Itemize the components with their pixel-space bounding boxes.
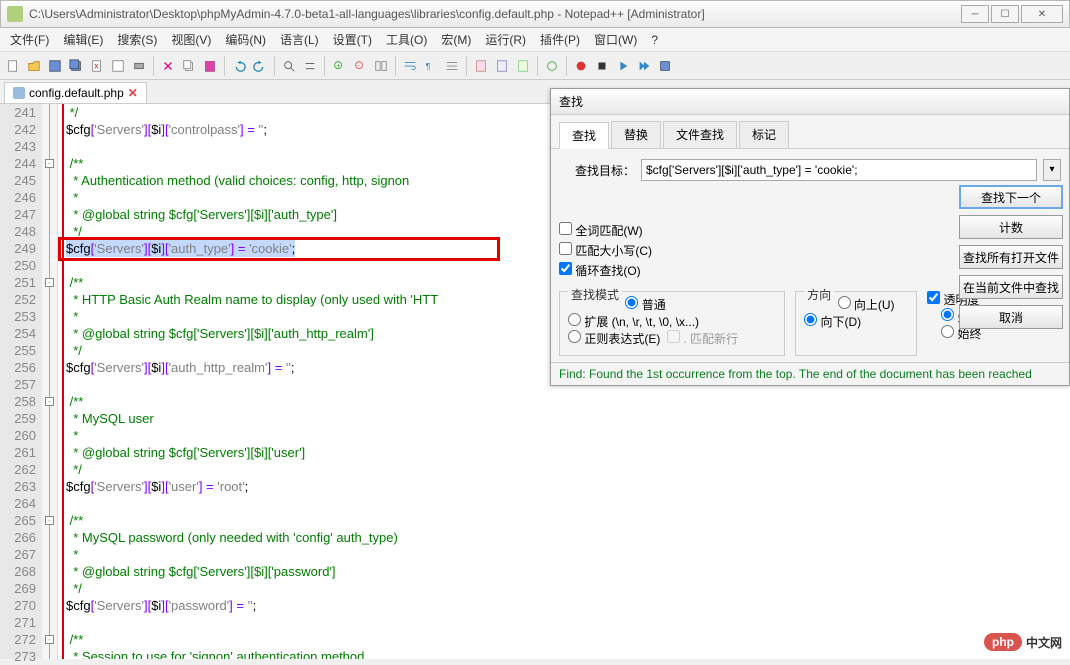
find-dialog-tabs: 查找 替换 文件查找 标记	[551, 115, 1069, 149]
count-button[interactable]: 计数	[959, 215, 1063, 239]
search-mode-legend: 查找模式	[568, 286, 622, 303]
save-all-icon[interactable]	[67, 57, 85, 75]
file-icon	[13, 87, 25, 99]
minimize-button[interactable]: ─	[961, 5, 989, 23]
doc-map-icon[interactable]	[472, 57, 490, 75]
close-file-icon[interactable]: x	[88, 57, 106, 75]
find-target-label: 查找目标：	[559, 162, 635, 179]
app-icon	[7, 6, 23, 22]
menu-help[interactable]: ?	[645, 31, 664, 49]
find-icon[interactable]	[280, 57, 298, 75]
find-status-bar: Find: Found the 1st occurrence from the …	[551, 362, 1069, 385]
cut-icon[interactable]	[159, 57, 177, 75]
func-list-icon[interactable]	[493, 57, 511, 75]
fold-toggle[interactable]: -	[45, 397, 54, 406]
cancel-button[interactable]: 取消	[959, 305, 1063, 329]
mode-extended-radio[interactable]: 扩展 (\n, \r, \t, \0, \x...)	[568, 315, 699, 329]
find-next-button[interactable]: 查找下一个	[959, 185, 1063, 209]
toolbar: x + - ¶	[0, 52, 1070, 80]
menu-encoding[interactable]: 编码(N)	[219, 29, 272, 50]
paste-icon[interactable]	[201, 57, 219, 75]
find-history-dropdown[interactable]: ▾	[1043, 159, 1061, 181]
replace-icon[interactable]	[301, 57, 319, 75]
svg-text:x: x	[94, 61, 98, 70]
menu-plugins[interactable]: 插件(P)	[534, 29, 586, 50]
open-file-icon[interactable]	[25, 57, 43, 75]
print-icon[interactable]	[130, 57, 148, 75]
file-tab[interactable]: config.default.php ✕	[4, 82, 147, 103]
menu-tools[interactable]: 工具(O)	[380, 29, 433, 50]
menu-language[interactable]: 语言(L)	[274, 29, 325, 50]
svg-text:¶: ¶	[426, 61, 431, 71]
svg-text:+: +	[336, 62, 340, 69]
file-tab-name: config.default.php	[29, 86, 124, 100]
fold-column[interactable]: - - - - -	[42, 104, 58, 659]
maximize-button[interactable]: ☐	[991, 5, 1019, 23]
find-target-input[interactable]	[641, 159, 1037, 181]
find-all-open-button[interactable]: 查找所有打开文件	[959, 245, 1063, 269]
tab-find-in-files[interactable]: 文件查找	[663, 121, 737, 148]
stop-macro-icon[interactable]	[593, 57, 611, 75]
save-macro-icon[interactable]	[656, 57, 674, 75]
play-macro-icon[interactable]	[614, 57, 632, 75]
menu-edit[interactable]: 编辑(E)	[57, 29, 109, 50]
menu-bar: 文件(F) 编辑(E) 搜索(S) 视图(V) 编码(N) 语言(L) 设置(T…	[0, 28, 1070, 52]
menu-file[interactable]: 文件(F)	[4, 29, 55, 50]
dir-down-radio[interactable]: 向下(D)	[804, 315, 861, 329]
mode-regex-radio[interactable]: 正则表达式(E)	[568, 332, 660, 346]
line-number-gutter: 2412422432442452462472482492502512522532…	[0, 104, 42, 659]
record-macro-icon[interactable]	[572, 57, 590, 75]
undo-icon[interactable]	[230, 57, 248, 75]
tab-replace[interactable]: 替换	[611, 121, 661, 148]
save-icon[interactable]	[46, 57, 64, 75]
copy-icon[interactable]	[180, 57, 198, 75]
regex-newline-checkbox[interactable]: . 匹配新行	[667, 332, 738, 346]
redo-icon[interactable]	[251, 57, 269, 75]
watermark-badge: php	[984, 633, 1022, 651]
menu-macro[interactable]: 宏(M)	[435, 29, 477, 50]
sync-scroll-icon[interactable]	[372, 57, 390, 75]
find-dialog: 查找 查找 替换 文件查找 标记 查找目标： ▾ 查找下一个 计数 查找所有打开…	[550, 88, 1070, 386]
fold-toggle[interactable]: -	[45, 635, 54, 644]
zoom-out-icon[interactable]: -	[351, 57, 369, 75]
title-bar: C:\Users\Administrator\Desktop\phpMyAdmi…	[0, 0, 1070, 28]
menu-settings[interactable]: 设置(T)	[327, 29, 378, 50]
find-dialog-title: 查找	[551, 89, 1069, 115]
find-in-current-button[interactable]: 在当前文件中查找	[959, 275, 1063, 299]
trans-always-radio[interactable]: 始终	[941, 327, 981, 341]
direction-legend: 方向	[804, 286, 834, 303]
folder-tree-icon[interactable]	[514, 57, 532, 75]
zoom-in-icon[interactable]: +	[330, 57, 348, 75]
wordwrap-icon[interactable]	[401, 57, 419, 75]
menu-window[interactable]: 窗口(W)	[588, 29, 643, 50]
play-multi-icon[interactable]	[635, 57, 653, 75]
show-all-icon[interactable]: ¶	[422, 57, 440, 75]
new-file-icon[interactable]	[4, 57, 22, 75]
tab-find[interactable]: 查找	[559, 122, 609, 149]
close-button[interactable]: ✕	[1021, 5, 1063, 23]
file-tab-close-icon[interactable]: ✕	[128, 86, 138, 100]
menu-run[interactable]: 运行(R)	[479, 29, 532, 50]
mode-normal-radio[interactable]: 普通	[625, 298, 665, 312]
watermark: php 中文网	[984, 633, 1062, 651]
menu-search[interactable]: 搜索(S)	[111, 29, 163, 50]
menu-view[interactable]: 视图(V)	[165, 29, 217, 50]
monitor-icon[interactable]	[543, 57, 561, 75]
tab-mark[interactable]: 标记	[739, 121, 789, 148]
fold-toggle[interactable]: -	[45, 278, 54, 287]
fold-toggle[interactable]: -	[45, 516, 54, 525]
indent-guide-icon[interactable]	[443, 57, 461, 75]
fold-toggle[interactable]: -	[45, 159, 54, 168]
dir-up-radio[interactable]: 向上(U)	[838, 298, 895, 312]
watermark-text: 中文网	[1026, 634, 1062, 651]
window-title: C:\Users\Administrator\Desktop\phpMyAdmi…	[29, 7, 961, 21]
close-all-icon[interactable]	[109, 57, 127, 75]
